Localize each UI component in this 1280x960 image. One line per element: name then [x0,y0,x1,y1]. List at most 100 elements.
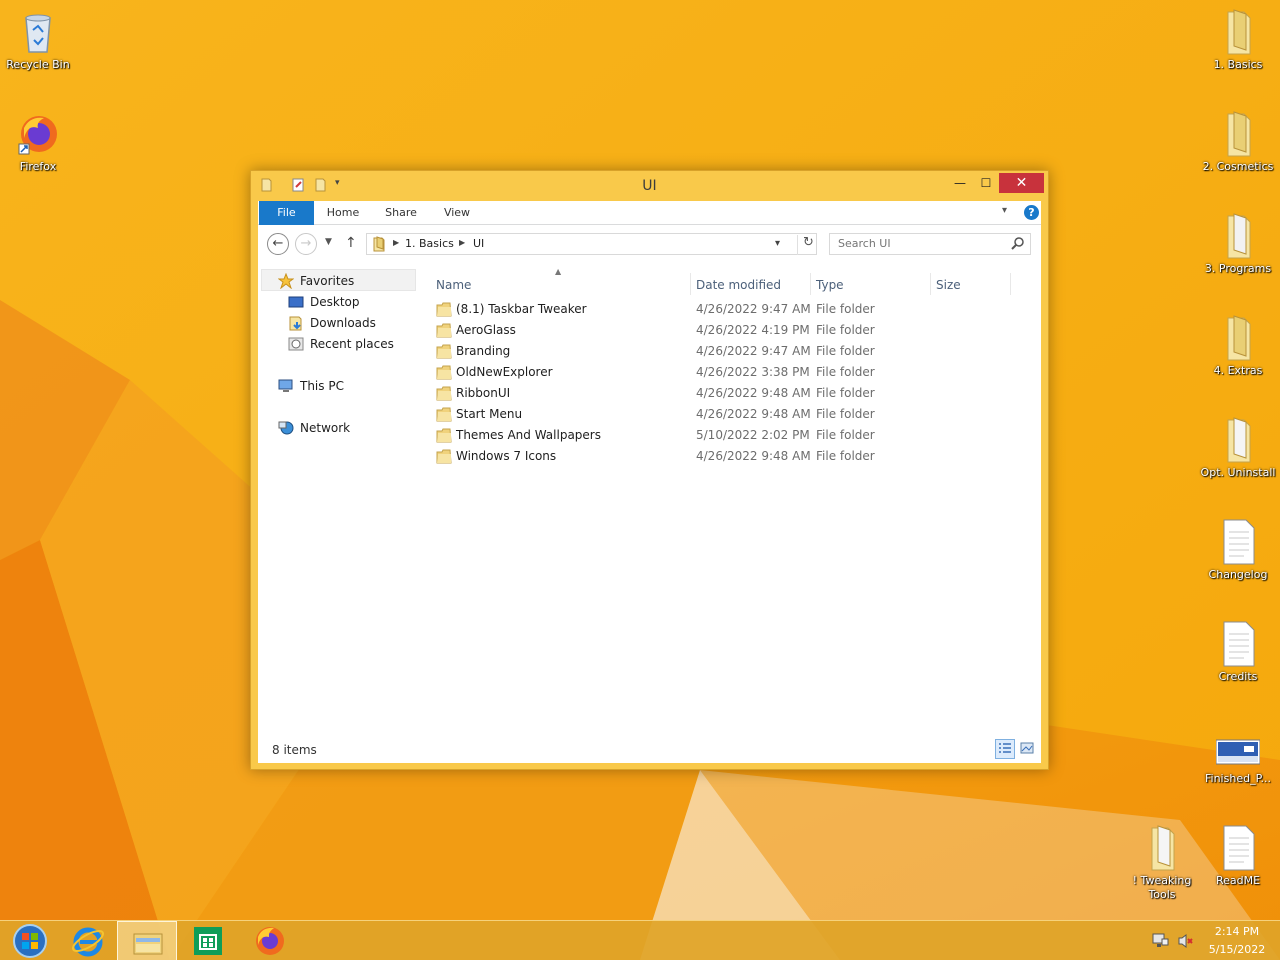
breadcrumb-separator-icon[interactable]: ▶ [459,238,465,247]
tab-share[interactable]: Share [378,201,424,225]
desktop-icon-extras[interactable]: 4. Extras [1200,314,1276,378]
breadcrumb-ui[interactable]: UI [473,237,484,250]
file-row[interactable]: OldNewExplorer 4/26/2022 3:38 PM File fo… [434,362,1024,383]
column-header-size[interactable]: Size [936,275,961,295]
column-divider[interactable] [1010,273,1011,295]
expand-ribbon-icon[interactable]: ▾ [1002,205,1007,216]
file-row[interactable]: Themes And Wallpapers 5/10/2022 2:02 PM … [434,425,1024,446]
search-input[interactable] [838,237,998,250]
file-list: ▲ Name Date modified Type Size (8.1) Tas… [428,265,1041,731]
desktop-icon-opt-uninstall[interactable]: Opt. Uninstall [1200,416,1276,480]
address-dropdown-icon[interactable]: ▾ [775,238,780,249]
desktop-icon-label: Changelog [1208,568,1268,581]
file-type: File folder [816,428,875,442]
file-name: Windows 7 Icons [456,449,557,463]
taskbar-internet-explorer[interactable] [58,921,118,960]
desktop-icon-finished-p[interactable]: Finished_P... [1200,722,1276,786]
desktop-icon-basics[interactable]: 1. Basics [1200,8,1276,72]
taskbar-firefox[interactable] [240,921,300,960]
recent-locations-icon[interactable]: ▼ [325,237,332,247]
minimize-button[interactable]: — [947,173,973,193]
breadcrumb-separator-icon[interactable]: ▶ [393,238,399,247]
desktop-icon-credits[interactable]: Credits [1200,620,1276,684]
maximize-button[interactable]: ☐ [973,173,999,193]
network-tray-icon[interactable] [1152,933,1170,949]
file-type: File folder [816,344,875,358]
details-view-button[interactable] [995,739,1015,759]
file-row[interactable]: Windows 7 Icons 4/26/2022 9:48 AM File f… [434,446,1024,467]
nav-item-label: This PC [300,379,344,393]
sort-ascending-icon: ▲ [555,267,562,276]
address-bar[interactable]: ▶ 1. Basics ▶ UI ▾ ↻ [366,233,817,255]
desktop-icon-label: 4. Extras [1213,364,1263,377]
desktop-icon-firefox[interactable]: Firefox [0,110,76,174]
document-icon [1223,825,1255,871]
folder-icon [1227,315,1251,361]
details-view-icon [999,743,1011,753]
large-icons-view-button[interactable] [1018,739,1038,759]
downloads-icon [289,316,302,331]
file-date: 4/26/2022 9:47 AM [696,302,811,316]
folder-icon [436,323,452,338]
folder-icon [436,365,452,380]
desktop-icon-label: Credits [1218,670,1258,683]
firefox-icon [256,927,284,955]
document-icon [1223,621,1255,667]
forward-button[interactable]: → [295,233,317,255]
column-header-type[interactable]: Type [816,275,844,295]
folder-icon [436,428,452,443]
store-icon [194,927,222,955]
clock-time[interactable]: 2:14 PM [1200,925,1274,938]
file-row[interactable]: RibbonUI 4/26/2022 9:48 AM File folder [434,383,1024,404]
up-button[interactable]: ↑ [345,235,357,251]
file-date: 4/26/2022 9:48 AM [696,407,811,421]
breadcrumb-basics[interactable]: 1. Basics [405,237,454,250]
back-button[interactable]: ← [267,233,289,255]
start-button[interactable] [0,921,60,960]
desktop-icon-programs[interactable]: 3. Programs [1200,212,1276,276]
nav-item-label: Recent places [310,337,394,351]
search-box[interactable] [829,233,1031,255]
nav-item-label: Network [300,421,351,435]
folder-icon [436,449,452,464]
taskbar-store[interactable] [178,921,238,960]
address-folder-icon [373,236,385,252]
help-icon[interactable]: ? [1024,205,1039,220]
desktop-icon [288,296,304,308]
volume-muted-icon[interactable] [1177,933,1195,949]
tab-view[interactable]: View [434,201,480,225]
clock-date[interactable]: 5/15/2022 [1200,943,1274,956]
file-row[interactable]: (8.1) Taskbar Tweaker 4/26/2022 9:47 AM … [434,299,1024,320]
folder-icon [1151,825,1175,871]
file-row[interactable]: AeroGlass 4/26/2022 4:19 PM File folder [434,320,1024,341]
taskbar-file-explorer[interactable] [117,921,177,960]
refresh-icon[interactable]: ↻ [797,235,819,255]
file-name: AeroGlass [456,323,516,337]
desktop-icon-label: ReadME [1215,874,1261,887]
column-divider[interactable] [690,273,691,295]
tab-file[interactable]: File [259,201,314,225]
search-icon[interactable] [1010,236,1026,252]
column-header-name[interactable]: Name [436,275,471,295]
image-icon [1216,739,1260,765]
column-header-date[interactable]: Date modified [696,275,781,295]
desktop-icon-tweaking-tools[interactable]: ! Tweaking Tools [1124,824,1200,902]
desktop-icon-cosmetics[interactable]: 2. Cosmetics [1200,110,1276,174]
network-icon [278,421,294,435]
desktop-icon-label: Opt. Uninstall [1200,466,1276,479]
file-type: File folder [816,386,875,400]
desktop-icon-changelog[interactable]: Changelog [1200,518,1276,582]
folder-icon [1227,213,1251,259]
title-bar[interactable]: ▾ UI — ☐ ✕ [251,171,1048,201]
desktop-icon-readme[interactable]: ReadME [1200,824,1276,888]
close-button[interactable]: ✕ [999,173,1044,193]
desktop-icon-label: Finished_P... [1205,772,1271,785]
folder-icon [436,407,452,422]
desktop-icon-label: 1. Basics [1213,58,1263,71]
desktop-icon-recycle-bin[interactable]: Recycle Bin [0,8,76,72]
file-row[interactable]: Branding 4/26/2022 9:47 AM File folder [434,341,1024,362]
file-row[interactable]: Start Menu 4/26/2022 9:48 AM File folder [434,404,1024,425]
column-divider[interactable] [810,273,811,295]
column-divider[interactable] [930,273,931,295]
tab-home[interactable]: Home [320,201,366,225]
